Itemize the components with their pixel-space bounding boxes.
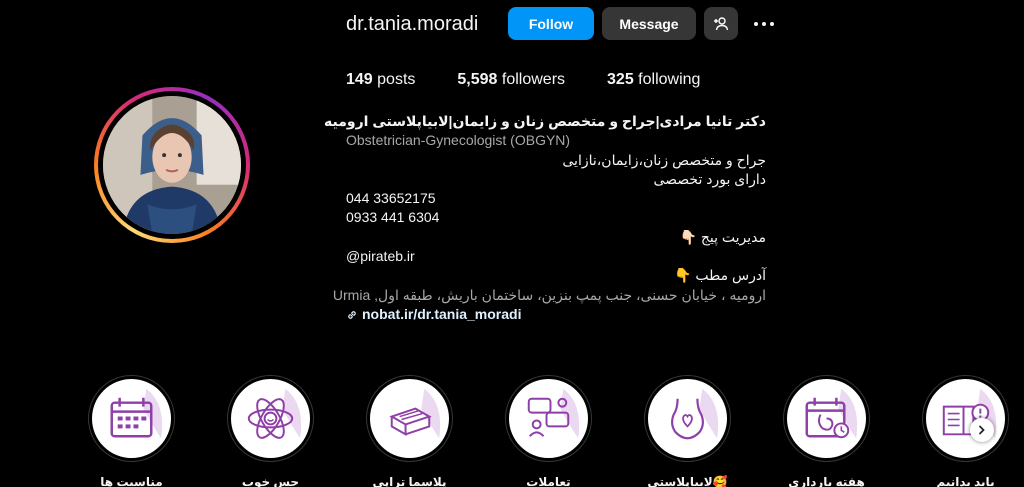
highlight-item[interactable]: تعاملات <box>479 375 618 487</box>
followers-number: 5,598 <box>457 71 498 88</box>
highlight-cover <box>648 379 727 458</box>
highlight-item[interactable]: مناسبت ها <box>62 375 201 487</box>
highlight-ring <box>505 375 592 462</box>
highlight-cover <box>509 379 588 458</box>
bio-phone: 044 33652175 <box>346 190 436 207</box>
highlights-next-button[interactable] <box>970 418 994 442</box>
highlight-label: مناسبت ها <box>100 475 163 487</box>
more-options-icon <box>762 22 766 26</box>
posts-count: 149 posts <box>346 71 415 89</box>
highlight-label: لابیاپلاستی🥰 <box>647 475 728 487</box>
bio-line: آدرس مطب 👇 <box>674 267 766 284</box>
highlight-cover <box>926 379 1005 458</box>
posts-label: posts <box>372 71 416 88</box>
highlight-item[interactable]: لابیاپلاستی🥰 <box>618 375 757 487</box>
posts-number: 149 <box>346 71 373 88</box>
followers-link[interactable]: 5,598 followers <box>457 71 565 89</box>
highlight-ring <box>88 375 175 462</box>
highlight-cover <box>92 379 171 458</box>
highlight-ring <box>644 375 731 462</box>
highlight-cover <box>231 379 310 458</box>
highlight-ring <box>366 375 453 462</box>
bio-category: Obstetrician-Gynecologist (OBGYN) <box>346 132 571 149</box>
followers-label: followers <box>497 71 566 88</box>
suggest-users-button[interactable] <box>704 7 738 40</box>
bio-full-name: دکتر تانیا مرادی|جراح و متخصص زنان و زای… <box>324 113 766 129</box>
following-label: following <box>633 71 701 88</box>
highlight-item[interactable]: باید بدانیم <box>896 375 1024 487</box>
add-user-icon <box>714 16 729 30</box>
bio-line: جراح و متخصص زنان،زایمان،نازایی <box>562 151 766 168</box>
bio-line: دارای بورد تخصصی <box>653 170 766 187</box>
book-alert-icon <box>942 388 997 439</box>
more-options-button[interactable] <box>750 12 778 36</box>
atom-smile-icon <box>247 388 302 439</box>
avatar-photo-icon <box>103 96 241 234</box>
more-options-icon <box>770 22 774 26</box>
bio-phone: 0933 441 6304 <box>346 209 440 226</box>
vase-heart-icon <box>671 388 719 440</box>
chat-people-icon <box>527 388 580 439</box>
bio-mention[interactable]: @pirateb.ir <box>346 247 766 266</box>
highlight-item[interactable]: پلاسما تراپی <box>340 375 479 487</box>
highlight-item[interactable]: هفته بارداری <box>757 375 896 487</box>
highlight-cover <box>370 379 449 458</box>
bio-link-text: nobat.ir/dr.tania_moradi <box>362 305 522 322</box>
more-options-icon <box>754 22 758 26</box>
highlight-label: هفته بارداری <box>788 475 865 487</box>
pregnancy-calendar-icon <box>805 388 858 439</box>
highlight-item[interactable]: حس خوب <box>201 375 340 487</box>
chevron-right-icon <box>979 425 985 435</box>
avatar-image <box>103 96 241 234</box>
highlight-label: حس خوب <box>241 475 300 487</box>
box-icon <box>389 388 441 439</box>
highlight-label: تعاملات <box>526 475 571 487</box>
highlight-ring <box>783 375 870 462</box>
bio-address: ارومیه ، خیابان حسنی، جنب پمپ بنزین، ساخ… <box>332 286 766 303</box>
highlight-label: پلاسما تراپی <box>372 475 447 487</box>
follow-button[interactable]: Follow <box>508 7 594 40</box>
highlight-label: باید بدانیم <box>936 475 995 487</box>
message-button[interactable]: Message <box>602 7 696 40</box>
link-icon <box>348 310 356 319</box>
story-highlights: مناسبت ها حس خوب پلاسما تراپی تعاملات لا… <box>62 375 1024 487</box>
bio-line: مدیریت پیج 👇🏻 <box>679 228 766 245</box>
profile-avatar[interactable] <box>94 87 250 243</box>
calendar-icon <box>110 388 163 439</box>
avatar-gap <box>98 91 246 239</box>
following-number: 325 <box>607 71 634 88</box>
bio-link[interactable]: nobat.ir/dr.tania_moradi <box>346 305 766 324</box>
highlight-ring <box>227 375 314 462</box>
profile-username: dr.tania.moradi <box>346 13 479 35</box>
profile-bio: دکتر تانیا مرادی|جراح و متخصص زنان و زای… <box>324 112 766 324</box>
following-link[interactable]: 325 following <box>607 71 700 89</box>
highlight-ring <box>922 375 1009 462</box>
highlight-cover <box>787 379 866 458</box>
profile-stats: 149 posts 5,598 followers 325 following <box>346 71 742 89</box>
